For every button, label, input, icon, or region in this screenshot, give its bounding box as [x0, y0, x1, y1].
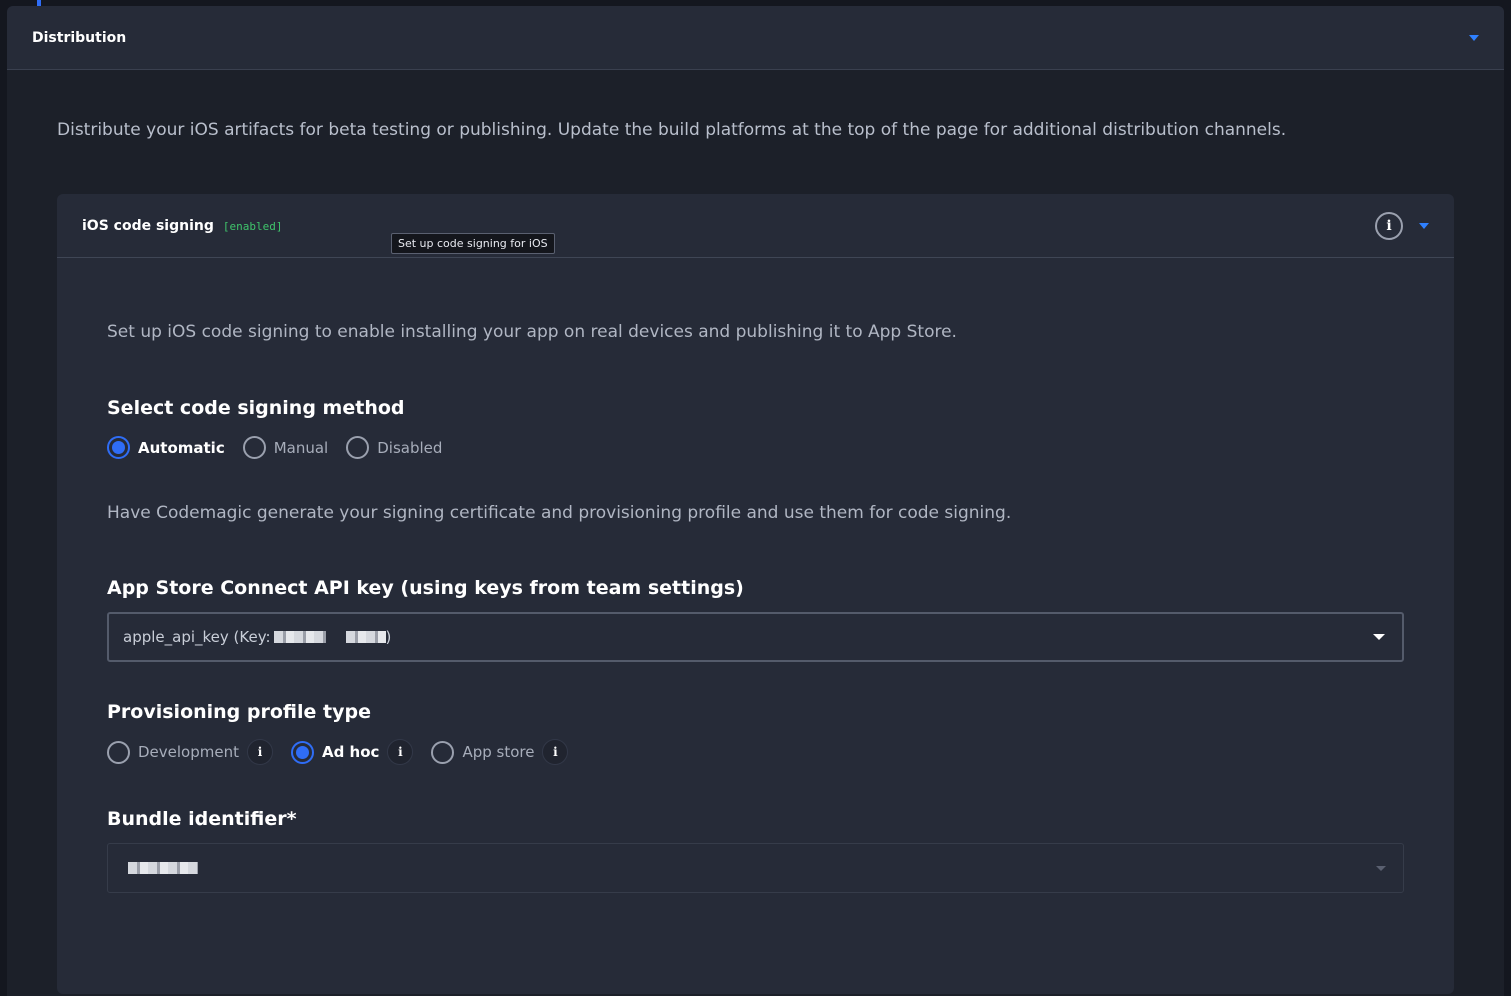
bundle-identifier-value [122, 862, 198, 874]
distribution-header[interactable]: Distribution [7, 6, 1504, 70]
radio-dot[interactable] [242, 436, 266, 459]
radio-label: Disabled [377, 438, 443, 457]
tooltip: Set up code signing for iOS [391, 233, 555, 254]
chevron-down-icon[interactable] [1469, 34, 1479, 41]
radio-label: Automatic [138, 438, 225, 457]
ios-code-signing-header[interactable]: iOS code signing [enabled] Set up code s… [57, 194, 1454, 258]
radio-label: Manual [273, 438, 329, 457]
radio-development[interactable]: Development i [107, 739, 273, 765]
radio-app-store[interactable]: App store i [431, 739, 569, 765]
chevron-down-icon[interactable] [1373, 634, 1385, 640]
automatic-help-text: Have Codemagic generate your signing cer… [107, 503, 1012, 523]
chevron-down-icon[interactable] [1419, 222, 1429, 229]
radio-dot[interactable] [290, 740, 314, 764]
bundle-identifier-select[interactable] [107, 843, 1404, 893]
radio-label: App store [462, 743, 535, 761]
distribution-panel: Distribution Distribute your iOS artifac… [7, 6, 1504, 996]
info-icon[interactable]: i [387, 739, 414, 765]
radio-dot[interactable] [107, 740, 130, 764]
redacted-text [345, 631, 386, 643]
api-key-prefix: apple_api_key (Key: [123, 628, 271, 646]
api-key-select[interactable]: apple_api_key (Key: ) [107, 612, 1404, 662]
panel-title: Distribution [32, 29, 127, 46]
card-title: iOS code signing [82, 217, 214, 234]
distribution-intro: Distribute your iOS artifacts for beta t… [57, 120, 1287, 140]
code-signing-description: Set up iOS code signing to enable instal… [107, 322, 957, 342]
profile-type-options: Development i Ad hoc i App store i [107, 739, 586, 765]
radio-automatic[interactable]: Automatic [107, 436, 225, 459]
radio-ad-hoc[interactable]: Ad hoc i [290, 739, 414, 765]
status-badge: [enabled] [222, 219, 283, 233]
ios-code-signing-card: iOS code signing [enabled] Set up code s… [57, 194, 1454, 994]
redacted-text [273, 631, 326, 643]
signing-method-heading: Select code signing method [107, 397, 405, 419]
api-key-value: apple_api_key (Key: ) [123, 628, 391, 646]
profile-type-heading: Provisioning profile type [107, 701, 371, 723]
radio-dot[interactable] [346, 436, 370, 459]
signing-method-options: Automatic Manual Disabled [107, 436, 460, 459]
radio-label: Ad hoc [321, 743, 380, 761]
radio-label: Development [138, 743, 239, 761]
radio-dot[interactable] [107, 436, 130, 459]
info-icon[interactable]: i [246, 739, 273, 765]
chevron-down-icon[interactable] [1376, 865, 1386, 871]
api-key-heading: App Store Connect API key (using keys fr… [107, 577, 744, 599]
bundle-identifier-heading: Bundle identifier* [107, 808, 297, 830]
api-key-suffix: ) [385, 628, 392, 646]
info-icon[interactable]: i [1375, 211, 1403, 240]
radio-dot[interactable] [431, 740, 455, 764]
radio-disabled[interactable]: Disabled [346, 436, 442, 459]
info-icon[interactable]: i [542, 739, 569, 765]
redacted-text [128, 862, 198, 874]
radio-manual[interactable]: Manual [242, 436, 329, 459]
